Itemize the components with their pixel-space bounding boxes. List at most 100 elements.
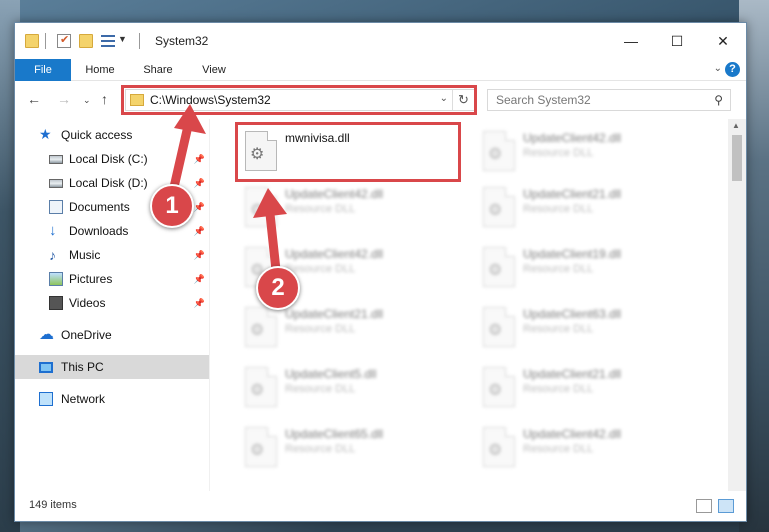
sidebar-item-local-disk-c[interactable]: Local Disk (C:) 📌 xyxy=(15,147,209,171)
title-separator xyxy=(139,33,140,49)
sidebar-item-label: This PC xyxy=(61,360,104,374)
sidebar-item-network[interactable]: Network xyxy=(15,387,209,411)
download-icon: ↓ xyxy=(49,222,57,239)
pin-icon[interactable]: 📌 xyxy=(194,243,205,267)
file-item[interactable]: ⚙ UpdateClient42.dll Resource DLL xyxy=(475,125,695,181)
gear-icon: ⚙ xyxy=(488,202,503,219)
new-folder-icon[interactable] xyxy=(79,34,93,48)
tab-home[interactable]: Home xyxy=(77,59,123,81)
gear-icon: ⚙ xyxy=(250,322,265,339)
up-arrow-icon[interactable]: ↑ xyxy=(101,91,108,107)
window-title: System32 xyxy=(155,34,209,48)
pin-icon[interactable]: 📌 xyxy=(194,267,205,291)
gear-icon: ⚙ xyxy=(488,262,503,279)
tab-share[interactable]: Share xyxy=(135,59,181,81)
gear-icon: ⚙ xyxy=(250,202,265,219)
star-icon: ★ xyxy=(39,126,52,142)
file-type: Resource DLL xyxy=(285,263,356,275)
scroll-up-icon[interactable]: ▲ xyxy=(732,121,740,130)
gear-icon: ⚙ xyxy=(488,322,503,339)
sidebar-item-label: Local Disk (C:) xyxy=(69,152,148,166)
videos-icon xyxy=(49,296,63,310)
file-item[interactable]: ⚙ UpdateClient65.dll Resource DLL xyxy=(237,421,457,477)
recent-locations-icon[interactable]: ⌄ xyxy=(83,95,91,106)
file-item[interactable]: ⚙ UpdateClient19.dll Resource DLL xyxy=(475,241,695,297)
quick-access-dropdown-icon[interactable]: ▼ xyxy=(118,34,127,44)
file-type: Resource DLL xyxy=(523,147,594,159)
sidebar-item-label: Network xyxy=(61,392,106,406)
large-icons-view-icon[interactable] xyxy=(718,499,734,513)
file-type: Resource DLL xyxy=(523,443,594,455)
folder-icon[interactable] xyxy=(25,34,39,48)
file-item[interactable]: ⚙ UpdateClient21.dll Resource DLL xyxy=(475,181,695,237)
dll-file-icon: ⚙ xyxy=(483,247,515,287)
file-type: Resource DLL xyxy=(285,203,356,215)
search-input[interactable]: Search System32 ⚲ xyxy=(487,89,731,111)
file-highlight-box xyxy=(235,122,461,182)
file-name: UpdateClient19.dll xyxy=(523,247,622,261)
pin-icon[interactable]: 📌 xyxy=(194,195,205,219)
file-type: Resource DLL xyxy=(285,383,356,395)
gear-icon: ⚙ xyxy=(488,146,503,163)
close-button[interactable]: ✕ xyxy=(700,23,746,59)
cloud-icon: ☁ xyxy=(39,326,54,343)
sidebar-item-this-pc[interactable]: This PC xyxy=(15,355,209,379)
file-item[interactable]: ⚙ UpdateClient42.dll Resource DLL xyxy=(237,181,457,237)
dll-file-icon: ⚙ xyxy=(245,307,277,347)
pc-icon xyxy=(39,362,53,373)
sidebar-item-videos[interactable]: Videos 📌 xyxy=(15,291,209,315)
dll-file-icon: ⚙ xyxy=(245,367,277,407)
help-icon[interactable]: ? xyxy=(725,62,740,77)
tab-view[interactable]: View xyxy=(191,59,237,81)
sidebar-item-music[interactable]: ♪ Music 📌 xyxy=(15,243,209,267)
callout-badge-2: 2 xyxy=(256,266,300,310)
file-name: UpdateClient63.dll xyxy=(523,307,622,321)
file-type: Resource DLL xyxy=(285,323,356,335)
pin-icon[interactable]: 📌 xyxy=(194,171,205,195)
expand-ribbon-icon[interactable]: ⌄ xyxy=(714,63,722,74)
gear-icon: ⚙ xyxy=(488,382,503,399)
pin-icon[interactable]: 📌 xyxy=(194,147,205,171)
search-placeholder: Search System32 xyxy=(496,93,591,107)
sidebar-item-pictures[interactable]: Pictures 📌 xyxy=(15,267,209,291)
file-name: UpdateClient5.dll xyxy=(285,367,377,381)
file-type: Resource DLL xyxy=(523,203,594,215)
properties-icon[interactable] xyxy=(57,33,71,48)
maximize-button[interactable]: ☐ xyxy=(654,23,700,59)
file-item[interactable]: ⚙ UpdateClient42.dll Resource DLL xyxy=(475,421,695,477)
file-type: Resource DLL xyxy=(523,383,594,395)
sidebar-item-onedrive[interactable]: ☁ OneDrive xyxy=(15,323,209,347)
pin-icon[interactable]: 📌 xyxy=(194,219,205,243)
callout-badge-1: 1 xyxy=(150,184,194,228)
pin-icon[interactable]: 📌 xyxy=(194,291,205,315)
forward-arrow-icon[interactable]: → xyxy=(57,91,71,107)
sidebar-item-label: Quick access xyxy=(61,128,133,142)
item-count: 149 items xyxy=(29,499,77,511)
pictures-icon xyxy=(49,272,63,286)
title-bar: ▼ System32 — ☐ ✕ xyxy=(15,23,746,59)
view-list-icon[interactable] xyxy=(101,35,115,47)
sidebar-item-label: OneDrive xyxy=(61,328,112,342)
dll-file-icon: ⚙ xyxy=(483,427,515,467)
sidebar-item-label: Documents xyxy=(69,200,130,214)
vertical-scrollbar[interactable]: ▲ xyxy=(728,119,746,491)
scrollbar-thumb[interactable] xyxy=(732,135,742,181)
sidebar-item-label: Downloads xyxy=(69,224,129,238)
file-type: Resource DLL xyxy=(285,443,356,455)
address-highlight-box xyxy=(121,85,477,115)
tab-file[interactable]: File xyxy=(15,59,71,81)
file-type: Resource DLL xyxy=(523,323,594,335)
file-item[interactable]: ⚙ UpdateClient21.dll Resource DLL xyxy=(475,361,695,417)
file-item[interactable]: ⚙ UpdateClient21.dll Resource DLL xyxy=(237,301,457,357)
file-item[interactable]: ⚙ UpdateClient5.dll Resource DLL xyxy=(237,361,457,417)
file-name: UpdateClient42.dll xyxy=(523,427,622,441)
back-arrow-icon[interactable]: ← xyxy=(27,91,41,107)
details-view-icon[interactable] xyxy=(696,499,712,513)
file-item[interactable]: ⚙ UpdateClient63.dll Resource DLL xyxy=(475,301,695,357)
dll-file-icon: ⚙ xyxy=(483,187,515,227)
search-icon[interactable]: ⚲ xyxy=(714,93,723,107)
sidebar-item-quick-access[interactable]: ★ Quick access xyxy=(15,123,209,147)
navigation-bar: ← → ⌄ ↑ C:\Windows\System32 ⌄ ↻ Search S… xyxy=(15,81,746,119)
file-name: UpdateClient42.dll xyxy=(285,247,384,261)
minimize-button[interactable]: — xyxy=(608,23,654,59)
